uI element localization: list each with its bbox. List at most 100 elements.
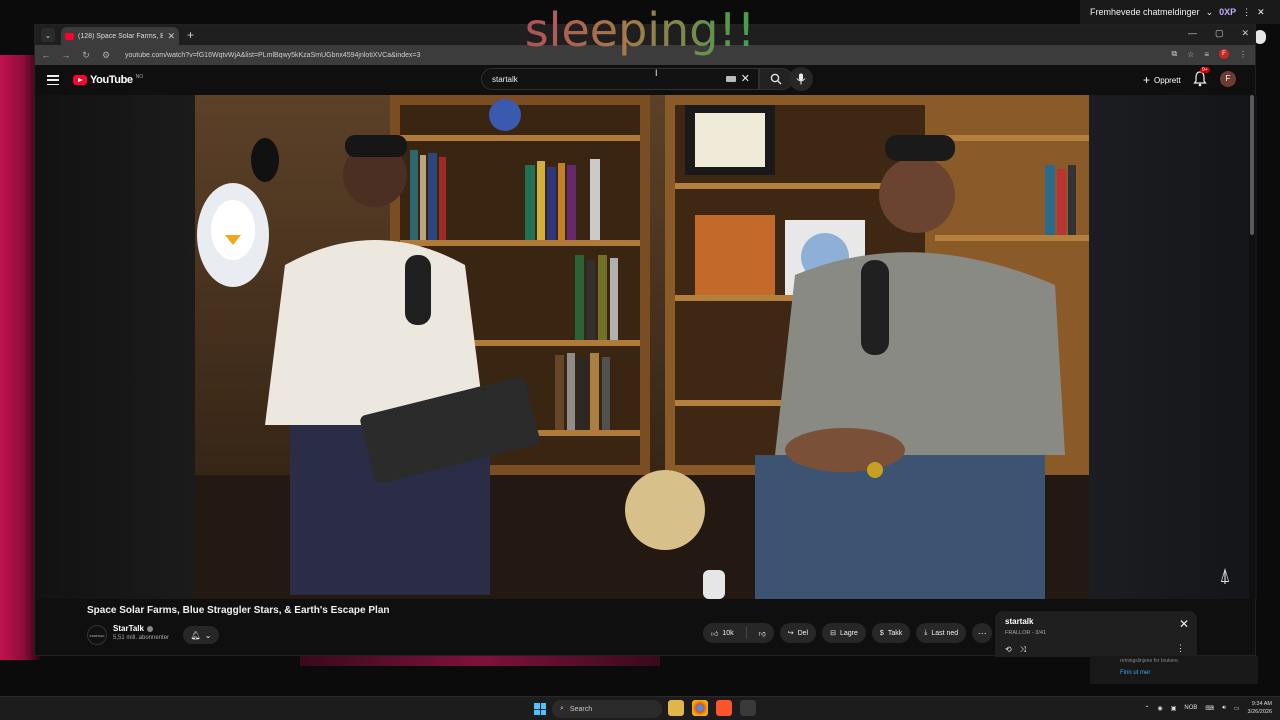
shuffle-icon[interactable]: ⤨ [1020, 645, 1026, 655]
video-ambient-left [35, 95, 195, 599]
like-count: 10k [722, 629, 734, 637]
chevron-down-icon[interactable]: ⌄ [1206, 7, 1214, 18]
divider [745, 627, 747, 639]
video-frame[interactable] [195, 95, 1089, 599]
playlist-menu-icon[interactable]: ⋮ [1176, 643, 1185, 654]
xp-badge: 0XP [1219, 7, 1237, 17]
browser-menu-icon[interactable]: ⋮ [1239, 50, 1247, 59]
create-label: Opprett [1154, 75, 1181, 85]
download-button[interactable]: ⤓ Last ned [916, 623, 967, 643]
youtube-play-icon [73, 75, 87, 85]
thanks-button[interactable]: $ Takk [871, 623, 911, 643]
file-explorer-icon[interactable] [668, 700, 684, 716]
youtube-region-code: NO [135, 74, 144, 80]
install-app-icon[interactable]: ⧉ [1171, 49, 1177, 59]
playlist-controls: ⟲ ⤨ [1005, 645, 1026, 655]
create-button[interactable]: + Opprett [1135, 70, 1189, 90]
new-tab-icon[interactable]: + [187, 28, 194, 42]
search-input[interactable]: startalk ✕ [481, 68, 759, 90]
video-ambient-right [1089, 95, 1257, 599]
voice-search-button[interactable] [789, 67, 813, 91]
search-icon [770, 73, 782, 85]
clear-search-icon[interactable]: ✕ [741, 72, 750, 85]
search-icon: ⌕ [560, 705, 564, 712]
video-actions: 👍︎ 10k 👎︎ ↪ Del ⊟ Lagre $ Takk ⤓ Last ned ⋯ [703, 623, 993, 643]
tray-app-icon[interactable]: ◉ [1157, 705, 1162, 712]
tab-search-icon[interactable]: ⌄ [41, 28, 55, 42]
thanks-icon: $ [879, 629, 884, 637]
scrollbar-thumb[interactable] [1250, 95, 1254, 235]
playlist-panel[interactable]: startalk FRALLOR - 3/41 ✕ ⟲ ⤨ ⋮ [995, 611, 1197, 657]
share-icon: ↪ [787, 630, 794, 637]
language-indicator[interactable]: NOB [1184, 705, 1197, 711]
close-icon[interactable]: ✕ [1257, 7, 1265, 18]
forward-icon[interactable]: → [61, 50, 71, 60]
window-controls: — ▢ ✕ [1188, 28, 1249, 39]
chat-highlight-label[interactable]: Fremhevede chatmeldinger [1090, 7, 1200, 17]
plus-icon: + [1143, 73, 1151, 87]
playlist-title[interactable]: startalk [1005, 617, 1187, 626]
menu-icon[interactable] [47, 75, 59, 85]
user-avatar[interactable]: F [1220, 71, 1236, 87]
taskbar-search[interactable]: ⌕ Search [552, 700, 662, 718]
chevron-down-icon: ⌄ [204, 630, 212, 640]
tray-app-icon[interactable]: ▣ [1171, 705, 1177, 712]
video-scene-image [195, 95, 1089, 599]
search-button[interactable] [759, 68, 793, 90]
windows-start-icon[interactable] [534, 703, 546, 715]
youtube-logo-text: YouTube [90, 74, 133, 86]
back-icon[interactable]: ← [41, 50, 51, 60]
channel-avatar[interactable]: STARTALK [87, 625, 107, 645]
profile-icon[interactable]: F [1219, 49, 1229, 59]
video-player[interactable]: ⍋ [35, 95, 1257, 599]
maximize-icon[interactable]: ▢ [1215, 28, 1224, 39]
verified-icon [146, 625, 153, 632]
extensions-icon[interactable]: ≡ [1204, 50, 1209, 59]
chat-highlight-bar[interactable]: Fremhevede chatmeldinger ⌄ 0XP ⋮ ✕ [1080, 0, 1280, 24]
channel-name-text[interactable]: StarTalk [113, 624, 144, 633]
dislike-button[interactable]: 👎︎ [751, 623, 774, 643]
reload-icon[interactable]: ↻ [81, 50, 91, 61]
playlist-close-icon[interactable]: ✕ [1179, 617, 1189, 631]
browser-tab[interactable]: (128) Space Solar Farms, Bl... ✕ [61, 27, 179, 45]
keyboard-icon[interactable] [726, 76, 736, 82]
save-button[interactable]: ⊟ Lagre [822, 623, 866, 643]
bookmark-icon: ⊟ [830, 630, 836, 637]
bookmark-star-icon[interactable]: ☆ [1187, 50, 1194, 59]
youtube-logo[interactable]: YouTube NO [73, 74, 143, 86]
thanks-label: Takk [887, 629, 903, 637]
more-actions-button[interactable]: ⋯ [972, 623, 993, 643]
notifications-bell-icon[interactable] [1193, 71, 1207, 87]
url-field[interactable]: youtube.com/watch?v=fG16WqtvWjA&list=PLm… [125, 52, 421, 59]
clock[interactable]: 9:34 AM 3/26/2026 [1248, 700, 1272, 716]
more-icon[interactable]: ⋮ [1242, 7, 1251, 18]
channel-name[interactable]: StarTalk [113, 624, 153, 633]
learn-more-link[interactable]: Finn ut mer [1120, 670, 1228, 676]
tab-title: (128) Space Solar Farms, Bl... [78, 32, 164, 40]
minimize-icon[interactable]: — [1188, 28, 1197, 39]
sidebar-hint: retningslinjene for brukere. Finn ut mer [1090, 656, 1258, 684]
browser-window: ⌄ (128) Space Solar Farms, Bl... ✕ + — ▢… [34, 24, 1257, 657]
battery-icon[interactable]: ▭ [1234, 705, 1240, 712]
youtube-favicon-icon [65, 32, 74, 40]
thumbs-down-icon: 👎︎ [758, 630, 766, 638]
download-label: Last ned [931, 629, 959, 637]
window-close-icon[interactable]: ✕ [1241, 28, 1249, 39]
tab-close-icon[interactable]: ✕ [167, 31, 175, 42]
subscription-bell-button[interactable]: 🔔︎ ⌄ [183, 626, 219, 644]
brave-icon[interactable] [716, 700, 732, 716]
like-button[interactable]: 👍︎ 10k [703, 623, 742, 643]
network-icon[interactable]: ⌨ [1205, 705, 1214, 712]
site-info-icon[interactable]: ⚙ [101, 50, 111, 61]
chrome-icon[interactable] [692, 700, 708, 716]
youtube-header: YouTube NO startalk ✕ I + Opprett 9+ F [35, 65, 1255, 95]
volume-icon[interactable]: 🔊︎ [1222, 705, 1226, 712]
loop-icon[interactable]: ⟲ [1005, 645, 1012, 655]
playlist-position: FRALLOR - 3/41 [1005, 630, 1046, 636]
page-scrollbar[interactable] [1249, 95, 1255, 655]
taskbar-apps [668, 700, 756, 716]
share-button[interactable]: ↪ Del [779, 623, 817, 643]
clock-date: 3/26/2026 [1247, 709, 1272, 715]
app-icon[interactable] [740, 700, 756, 716]
tray-overflow-icon[interactable]: ⌃ [1144, 705, 1149, 712]
